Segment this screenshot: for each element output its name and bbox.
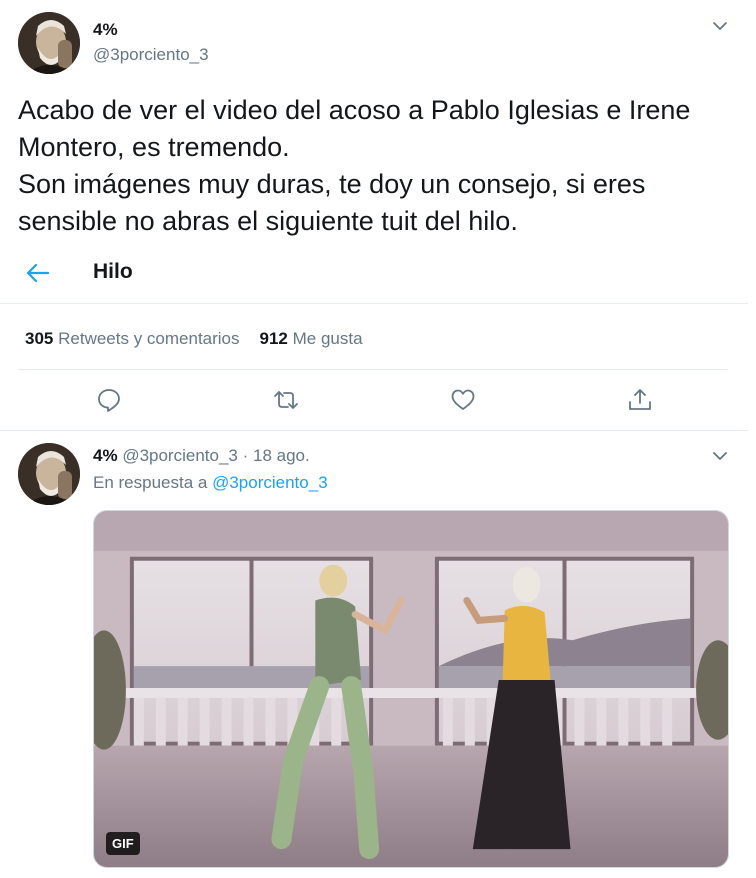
likes-stat[interactable]: 912 Me gusta — [260, 329, 363, 348]
reply-prefix: En respuesta a — [93, 473, 208, 492]
gif-badge: GIF — [106, 832, 140, 855]
reply-header: 4% @3porciento_3 · 18 ago. — [93, 446, 310, 466]
reply-mention-link[interactable]: @3porciento_3 — [212, 473, 328, 492]
retweet-icon[interactable] — [273, 387, 299, 413]
share-icon[interactable] — [627, 387, 653, 413]
tweet-date[interactable]: 18 ago. — [253, 446, 310, 465]
reply-author-display-name[interactable]: 4% — [93, 446, 118, 465]
avatar-portrait-image — [18, 443, 80, 505]
gif-media[interactable]: GIF — [93, 510, 729, 868]
retweets-label: Retweets y comentarios — [58, 329, 240, 348]
thread-bar: Hilo — [0, 250, 748, 300]
likes-count: 912 — [259, 329, 288, 348]
chevron-down-icon[interactable] — [710, 16, 730, 36]
avatar-portrait-image — [18, 12, 80, 74]
tweet-stats: 305 Retweets y comentarios 912 Me gusta — [25, 329, 363, 349]
reply-author-handle[interactable]: @3porciento_3 — [122, 446, 238, 465]
divider — [0, 430, 748, 431]
likes-label: Me gusta — [292, 329, 363, 348]
retweets-stat[interactable]: 305 Retweets y comentarios — [25, 329, 240, 348]
back-arrow-icon[interactable] — [26, 262, 50, 284]
divider — [18, 369, 728, 370]
divider — [0, 303, 748, 304]
gif-frame-image — [94, 511, 728, 867]
heart-icon[interactable] — [450, 387, 476, 413]
chevron-down-icon[interactable] — [710, 446, 730, 466]
reply-icon[interactable] — [96, 387, 122, 413]
tweet-text: Acabo de ver el video del acoso a Pablo … — [18, 95, 691, 236]
author-display-name[interactable]: 4% — [93, 20, 118, 40]
reply-author-avatar[interactable] — [18, 443, 80, 505]
thread-title: Hilo — [93, 260, 133, 283]
author-avatar[interactable] — [18, 12, 80, 74]
reply-context: En respuesta a @3porciento_3 — [93, 473, 328, 493]
retweets-count: 305 — [25, 329, 54, 348]
author-handle[interactable]: @3porciento_3 — [93, 45, 209, 65]
separator-dot: · — [242, 446, 249, 465]
